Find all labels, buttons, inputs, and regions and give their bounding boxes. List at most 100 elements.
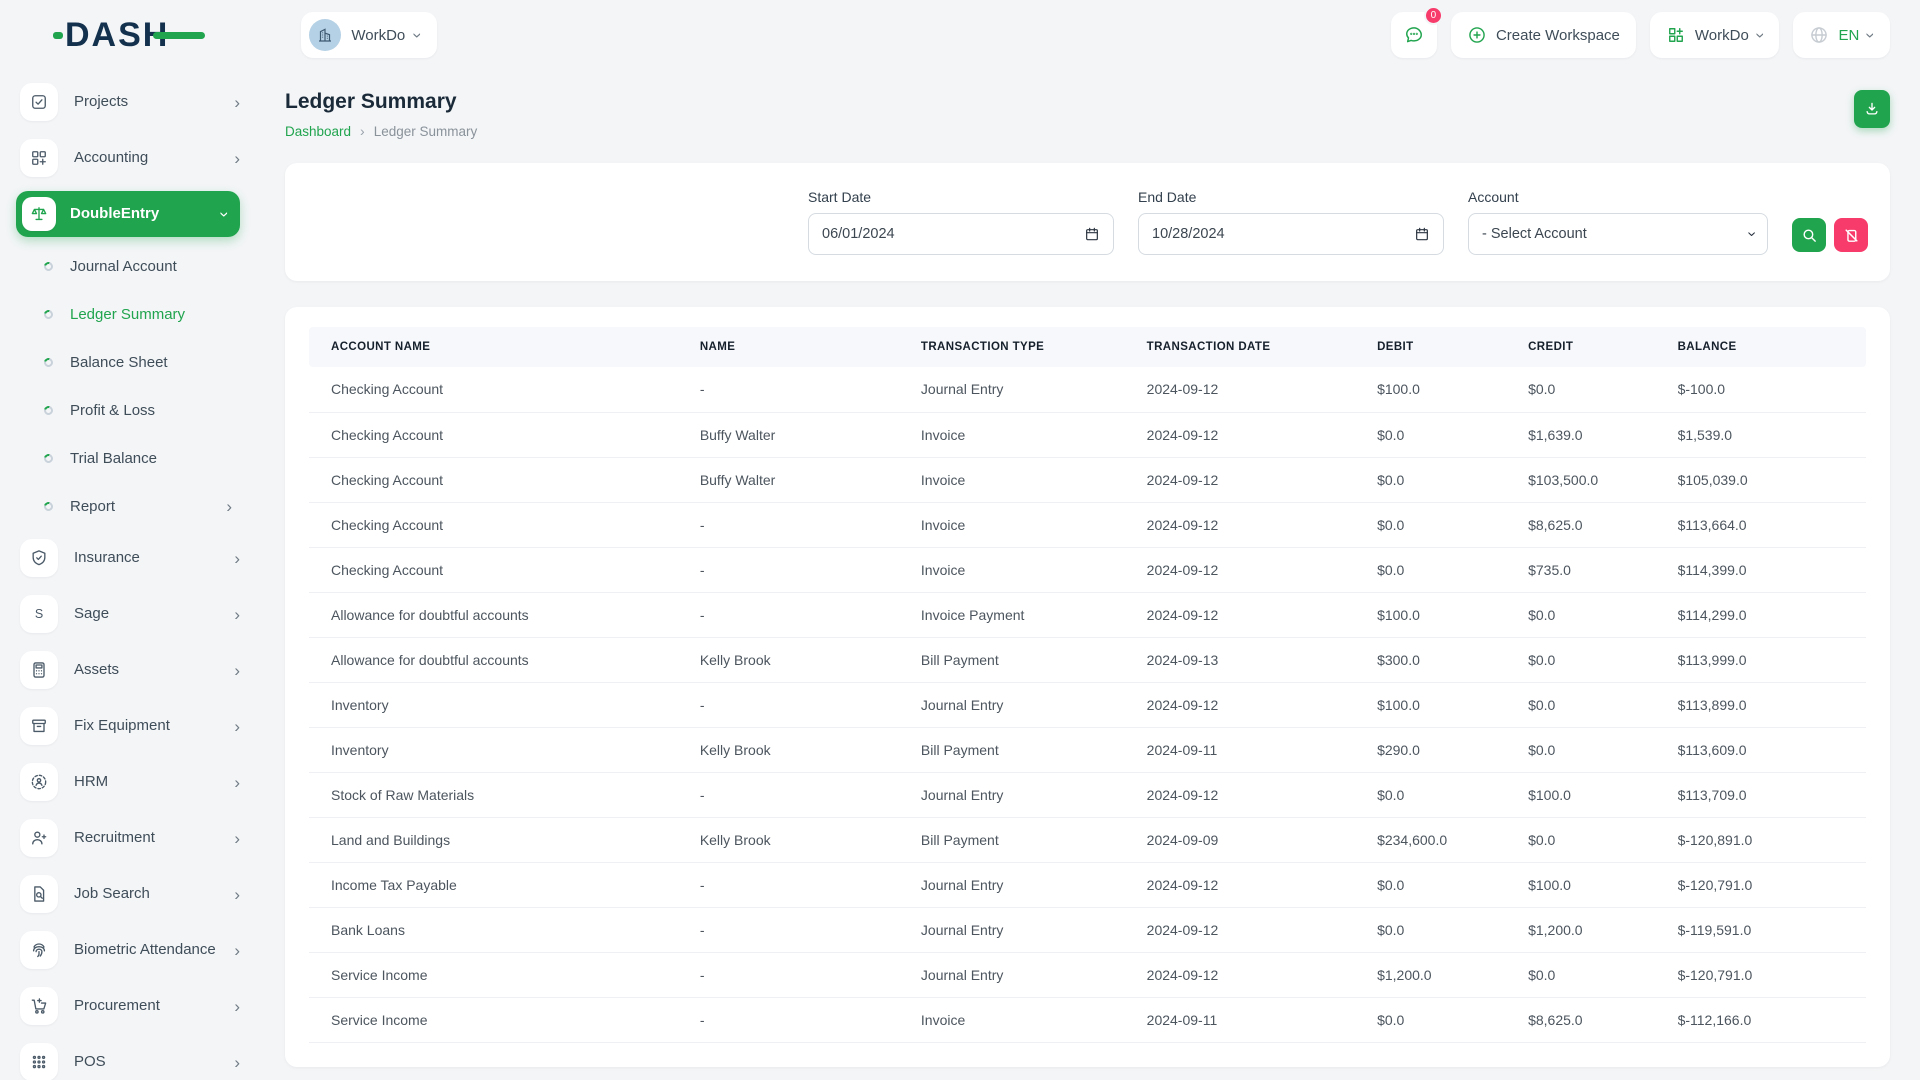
- chevron-right-icon: ›: [234, 1054, 240, 1071]
- table-cell: Inventory: [309, 682, 700, 727]
- table-cell: Land and Buildings: [309, 817, 700, 862]
- filter-card: Start Date 06/01/2024 End Date 10/28/202…: [285, 163, 1890, 281]
- table-row: Land and BuildingsKelly BrookBill Paymen…: [309, 817, 1866, 862]
- bullet-icon: [42, 452, 54, 464]
- workdo-menu-button[interactable]: WorkDo ›: [1650, 12, 1780, 58]
- topbar-actions: 0 Create Workspace WorkDo › EN ›: [1391, 12, 1890, 58]
- column-header-transaction-type: TRANSACTION TYPE: [921, 327, 1147, 367]
- sidebar-subitem-profit-loss[interactable]: Profit & Loss: [0, 386, 258, 434]
- table-cell: 2024-09-12: [1147, 772, 1377, 817]
- column-header-account-name: ACCOUNT NAME: [309, 327, 700, 367]
- table-cell: -: [700, 592, 921, 637]
- table-row: Allowance for doubtful accounts-Invoice …: [309, 592, 1866, 637]
- table-cell: 2024-09-13: [1147, 637, 1377, 682]
- table-header-row: ACCOUNT NAMENAMETRANSACTION TYPETRANSACT…: [309, 327, 1866, 367]
- language-selector[interactable]: EN ›: [1793, 12, 1890, 58]
- workspace-name: WorkDo: [351, 27, 405, 44]
- end-date-value: 10/28/2024: [1152, 226, 1414, 242]
- account-select[interactable]: - Select Account ›: [1468, 213, 1768, 255]
- sidebar-item-job-search[interactable]: Job Search›: [20, 866, 240, 922]
- table-cell: $100.0: [1528, 772, 1677, 817]
- sidebar-subitem-balance-sheet[interactable]: Balance Sheet: [0, 338, 258, 386]
- sidebar-item-fix-equipment[interactable]: Fix Equipment›: [20, 698, 240, 754]
- pos-icon: [20, 1043, 58, 1080]
- table-cell: $-120,891.0: [1678, 817, 1866, 862]
- table-cell: Service Income: [309, 952, 700, 997]
- table-cell: Bank Loans: [309, 907, 700, 952]
- sidebar-item-pos[interactable]: POS›: [20, 1034, 240, 1080]
- table-cell: $300.0: [1377, 637, 1528, 682]
- table-cell: $735.0: [1528, 547, 1677, 592]
- search-icon: [1801, 227, 1818, 244]
- sidebar-subitem-ledger-summary[interactable]: Ledger Summary: [0, 290, 258, 338]
- sidebar-item-biometric-attendance[interactable]: Biometric Attendance›: [20, 922, 240, 978]
- table-cell: $0.0: [1377, 502, 1528, 547]
- apply-filter-button[interactable]: [1792, 218, 1826, 252]
- chevron-right-icon: ›: [234, 606, 240, 623]
- create-workspace-button[interactable]: Create Workspace: [1451, 12, 1636, 58]
- workspace-selector[interactable]: WorkDo ›: [301, 12, 437, 58]
- chevron-down-icon: ›: [1742, 231, 1760, 236]
- sidebar-item-procurement[interactable]: Procurement›: [20, 978, 240, 1034]
- table-cell: $0.0: [1377, 547, 1528, 592]
- sidebar-item-label: Fix Equipment: [74, 717, 234, 736]
- table-cell: $0.0: [1377, 457, 1528, 502]
- sidebar-item-recruitment[interactable]: Recruitment›: [20, 810, 240, 866]
- sidebar-item-label: Recruitment: [74, 829, 234, 848]
- table-row: Allowance for doubtful accountsKelly Bro…: [309, 637, 1866, 682]
- column-header-credit: CREDIT: [1528, 327, 1677, 367]
- start-date-value: 06/01/2024: [822, 226, 1084, 242]
- column-header-balance: BALANCE: [1678, 327, 1866, 367]
- sidebar-item-sage[interactable]: SSage›: [20, 586, 240, 642]
- table-cell: $8,625.0: [1528, 502, 1677, 547]
- breadcrumb-dashboard-link[interactable]: Dashboard: [285, 124, 351, 139]
- bullet-icon: [42, 404, 54, 416]
- table-cell: $0.0: [1528, 637, 1677, 682]
- sidebar-subitem-report[interactable]: Report›: [0, 482, 258, 530]
- download-button[interactable]: [1854, 90, 1890, 128]
- end-date-input[interactable]: 10/28/2024: [1138, 213, 1444, 255]
- sidebar-item-label: DoubleEntry: [70, 205, 222, 224]
- table-cell: Checking Account: [309, 547, 700, 592]
- chevron-down-icon: ›: [1752, 32, 1769, 38]
- bullet-icon: [42, 500, 54, 512]
- table-cell: 2024-09-12: [1147, 592, 1377, 637]
- table-cell: Inventory: [309, 727, 700, 772]
- table-cell: Journal Entry: [921, 952, 1147, 997]
- table-cell: 2024-09-12: [1147, 682, 1377, 727]
- table-cell: $-119,591.0: [1678, 907, 1866, 952]
- sidebar-item-label: Assets: [74, 661, 234, 680]
- building-icon: [316, 26, 334, 44]
- sidebar-item-projects[interactable]: Projects›: [20, 74, 240, 130]
- breadcrumb-current: Ledger Summary: [374, 124, 478, 139]
- table-cell: $0.0: [1528, 682, 1677, 727]
- reset-filter-button[interactable]: [1834, 218, 1868, 252]
- sidebar-item-label: Biometric Attendance: [74, 941, 234, 960]
- bullet-icon: [42, 260, 54, 272]
- sidebar-item-label: Procurement: [74, 997, 234, 1016]
- sidebar-subitem-journal-account[interactable]: Journal Account: [0, 242, 258, 290]
- ledger-table-card: ACCOUNT NAMENAMETRANSACTION TYPETRANSACT…: [285, 307, 1890, 1067]
- table-cell: $103,500.0: [1528, 457, 1677, 502]
- table-row: Checking Account-Invoice2024-09-12$0.0$8…: [309, 502, 1866, 547]
- table-cell: Checking Account: [309, 367, 700, 412]
- start-date-field: Start Date 06/01/2024: [808, 189, 1114, 255]
- start-date-input[interactable]: 06/01/2024: [808, 213, 1114, 255]
- sidebar-item-insurance[interactable]: Insurance›: [20, 530, 240, 586]
- sidebar-item-hrm[interactable]: HRM›: [20, 754, 240, 810]
- table-row: InventoryKelly BrookBill Payment2024-09-…: [309, 727, 1866, 772]
- table-cell: 2024-09-12: [1147, 547, 1377, 592]
- sidebar-item-doubleentry[interactable]: DoubleEntry›: [16, 191, 240, 237]
- table-cell: $0.0: [1377, 907, 1528, 952]
- sidebar-subitem-trial-balance[interactable]: Trial Balance: [0, 434, 258, 482]
- ledger-table-body: Checking Account-Journal Entry2024-09-12…: [309, 367, 1866, 1042]
- globe-icon: [1809, 25, 1829, 45]
- table-cell: Stock of Raw Materials: [309, 772, 700, 817]
- chevron-right-icon: ›: [234, 94, 240, 111]
- table-cell: Income Tax Payable: [309, 862, 700, 907]
- table-cell: Invoice: [921, 502, 1147, 547]
- sidebar-item-accounting[interactable]: Accounting›: [20, 130, 240, 186]
- messages-button[interactable]: 0: [1391, 12, 1437, 58]
- table-cell: Journal Entry: [921, 772, 1147, 817]
- sidebar-item-assets[interactable]: Assets›: [20, 642, 240, 698]
